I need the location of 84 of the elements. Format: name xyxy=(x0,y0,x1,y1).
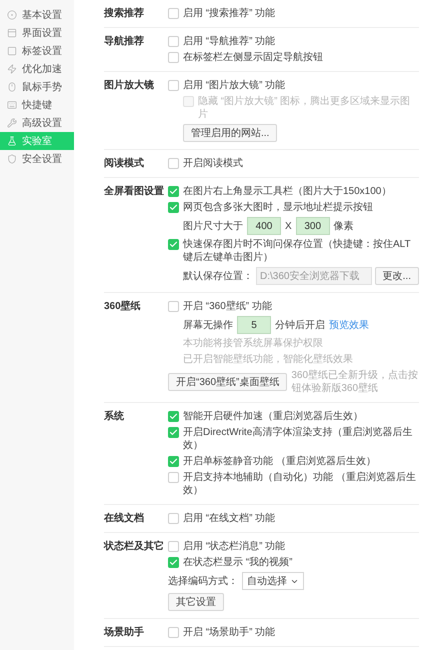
checkbox[interactable] xyxy=(168,301,179,312)
minutes-input[interactable]: 5 xyxy=(237,316,271,334)
encoding-select[interactable]: 自动选择 xyxy=(242,572,304,590)
option-label: 启用 “图片放大镜” 功能 xyxy=(183,79,286,92)
checkbox[interactable] xyxy=(168,627,179,638)
action-button[interactable]: 其它设置 xyxy=(168,593,224,611)
field-label: 图片尺寸大于 xyxy=(183,220,243,232)
change-button[interactable]: 更改... xyxy=(374,267,419,285)
section-title: 导航推荐 xyxy=(104,35,145,49)
wrench-icon xyxy=(7,118,17,128)
checkbox[interactable] xyxy=(168,158,179,169)
checkbox[interactable] xyxy=(168,52,179,63)
checkbox[interactable] xyxy=(168,80,179,91)
section-title: 360壁纸 xyxy=(104,300,142,314)
section-title: 在线文档 xyxy=(104,512,145,525)
option-label: 开启 “360壁纸” 功能 xyxy=(183,300,272,313)
section-title: 场景助手 xyxy=(104,626,145,639)
checkbox[interactable] xyxy=(168,8,179,19)
check-icon xyxy=(169,558,178,567)
sidebar-item[interactable]: 安全设置 xyxy=(0,150,74,168)
mouse-icon xyxy=(7,82,17,92)
square-icon xyxy=(7,46,17,56)
width-input[interactable]: 400 xyxy=(247,217,281,235)
checkbox[interactable] xyxy=(168,186,179,197)
keyboard-icon xyxy=(7,100,17,110)
option-label: 启用 “搜索推荐” 功能 xyxy=(183,7,276,20)
checkbox[interactable] xyxy=(168,427,179,438)
checkbox[interactable] xyxy=(168,456,179,467)
checkbox[interactable] xyxy=(168,202,179,213)
option-label: 开启单标签静音功能 （重启浏览器后生效） xyxy=(183,455,376,468)
option-label: 启用 “在线文档” 功能 xyxy=(183,512,276,525)
section-title: 搜索推荐 xyxy=(104,7,145,20)
section-title: 状态栏及其它 xyxy=(104,540,165,554)
section-title: 全屏看图设置 xyxy=(104,185,165,199)
check-icon xyxy=(169,457,178,466)
checkbox[interactable] xyxy=(168,513,179,524)
field-label: 选择编码方式： xyxy=(168,574,238,588)
option-label: 网页包含多张大图时，显示地址栏提示按钮 xyxy=(183,201,373,214)
checkbox[interactable] xyxy=(168,557,179,568)
option-label: 智能开启硬件加速（重启浏览器后生效） xyxy=(183,410,363,423)
sidebar-item[interactable]: 快捷键 xyxy=(0,96,74,114)
lightning-icon xyxy=(7,64,17,74)
sidebar-item[interactable]: 鼠标手势 xyxy=(0,78,74,96)
field-label: 分钟后开启 xyxy=(275,318,325,332)
checkbox[interactable] xyxy=(168,36,179,47)
times-sign: X xyxy=(285,220,292,232)
shield-icon xyxy=(7,154,17,164)
check-icon xyxy=(169,240,178,249)
window-icon xyxy=(7,28,17,38)
option-label: 启用 “状态栏消息” 功能 xyxy=(183,540,286,553)
option-label: 开启支持本地辅助（自动化）功能 （重启浏览器后生效） xyxy=(183,471,417,497)
sidebar-item[interactable]: 界面设置 xyxy=(0,24,74,42)
path-field[interactable]: D:\360安全浏览器下载 xyxy=(256,267,372,285)
hint-text: 已开启智能壁纸功能，智能化壁纸效果 xyxy=(183,353,354,366)
sidebar-item[interactable]: 高级设置 xyxy=(0,114,74,132)
sidebar-item[interactable]: 优化加速 xyxy=(0,60,74,78)
checkbox[interactable] xyxy=(168,239,179,250)
option-label: 开启DirectWrite高清字体渲染支持（重启浏览器后生效） xyxy=(183,426,414,452)
action-button[interactable]: 管理启用的网站... xyxy=(183,124,278,142)
field-label: 屏幕无操作 xyxy=(183,318,233,332)
option-label: 隐藏 “图片放大镜” 图标，腾出更多区域来显示图片 xyxy=(198,95,412,121)
sidebar-item[interactable]: 标签设置 xyxy=(0,42,74,60)
option-label: 在图片右上角显示工具栏（图片大于150x100） xyxy=(183,185,392,198)
checkbox[interactable] xyxy=(168,541,179,552)
option-label: 在状态栏显示 “我的视频” xyxy=(183,556,292,569)
section-title: 系统 xyxy=(104,410,125,424)
checkbox[interactable] xyxy=(168,411,179,422)
hint-text: 360壁纸已全新升级，点击按钮体验新版360壁纸 xyxy=(291,369,419,395)
option-label: 快速保存图片时不询问保存位置（快捷键：按住ALT键后左键单击图片） xyxy=(183,238,412,264)
option-label: 开启 “场景助手” 功能 xyxy=(183,626,276,639)
checkbox[interactable] xyxy=(168,472,179,483)
action-button[interactable]: 开启“360壁纸”桌面壁纸 xyxy=(168,373,288,391)
section-title: 图片放大镜 xyxy=(104,79,155,93)
option-label: 启用 “导航推荐” 功能 xyxy=(183,35,276,48)
sidebar-item[interactable]: 基本设置 xyxy=(0,6,74,24)
circle-icon xyxy=(7,10,17,20)
flask-icon xyxy=(7,136,17,146)
option-label: 开启阅读模式 xyxy=(183,157,243,170)
field-label: 默认保存位置： xyxy=(183,270,253,282)
height-input[interactable]: 300 xyxy=(296,217,330,235)
option-label: 在标签栏左侧显示固定导航按钮 xyxy=(183,51,323,64)
unit-label: 像素 xyxy=(334,220,354,232)
hint-text: 本功能将接管系统屏幕保护权限 xyxy=(183,337,324,350)
section-title: 阅读模式 xyxy=(104,157,145,170)
